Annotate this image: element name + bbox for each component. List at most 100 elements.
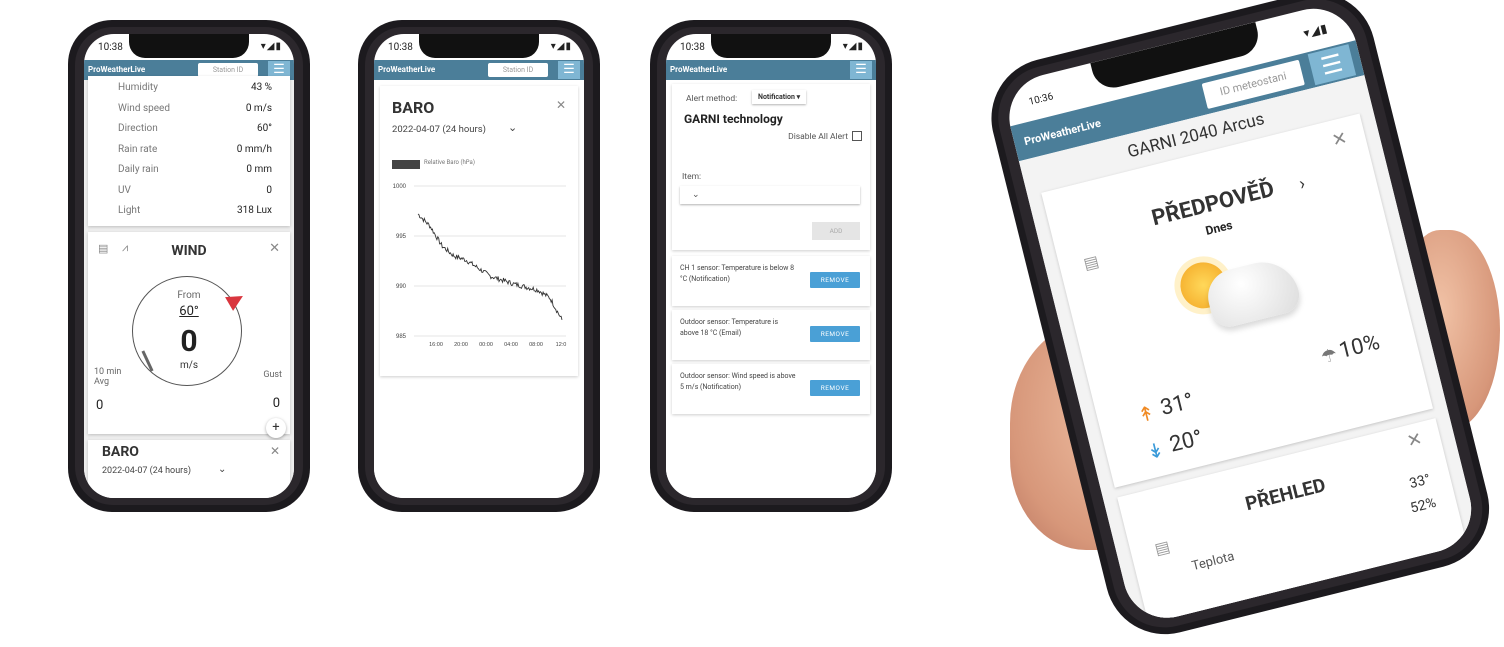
- alert-settings-card: Alert method: Notification ▾ GARNI techn…: [672, 84, 870, 250]
- gust-label: Gust: [263, 370, 282, 380]
- x-tick-label: 20:00: [454, 342, 468, 348]
- x-tick-label: 08:00: [529, 342, 543, 348]
- reading-label: Rain rate: [118, 143, 158, 155]
- reading-value: 0 m/s: [245, 102, 272, 114]
- reading-value: 0: [266, 184, 272, 196]
- station-id-input[interactable]: Station ID: [198, 63, 258, 77]
- chevron-down-icon[interactable]: ⌄: [508, 121, 517, 134]
- app-bar: ProWeatherLive Station ID ☰: [374, 60, 584, 80]
- alert-text: CH 1 sensor: Temperature is below 8 °C (…: [680, 264, 795, 283]
- reading-label: Humidity: [118, 82, 158, 93]
- phone-2: 10:38 ▾◢▮ ProWeatherLive Station ID ☰ BA…: [358, 20, 600, 512]
- hamburger-menu-icon[interactable]: ☰: [850, 61, 872, 79]
- baro-series-line: [417, 213, 563, 321]
- baro-chart: 1000 995 990 985 16:00 20:00 00:00 04:00 08:00 12…: [393, 184, 567, 348]
- alert-text: Outdoor sensor: Wind speed is above 5 m/…: [680, 372, 796, 391]
- item-label: Item:: [682, 172, 702, 182]
- reading-label: UV: [118, 184, 131, 196]
- reading-label: Daily rain: [118, 164, 159, 175]
- y-tick-label: 985: [396, 334, 407, 340]
- status-icons: ▾◢▮: [842, 41, 864, 52]
- reading-value: 0 mm/h: [236, 143, 272, 155]
- phone-2-screen: 10:38 ▾◢▮ ProWeatherLive Station ID ☰ BA…: [374, 34, 584, 498]
- y-tick-label: 1000: [393, 184, 407, 190]
- reading-label: Light: [118, 205, 141, 216]
- rain-probability: 10%: [1336, 329, 1383, 364]
- phone-3: 10:38 ▾◢▮ ProWeatherLive ☰ Alert method:…: [650, 20, 892, 512]
- temp-min-icon: ↡: [1144, 437, 1167, 465]
- overview-row-label: Teplota: [1190, 549, 1236, 575]
- phone-1: 10:38 ▾◢▮ ProWeatherLive Station ID ☰ Hu…: [68, 20, 310, 512]
- reading-value: 0 mm: [246, 164, 272, 175]
- phone-1-screen: 10:38 ▾◢▮ ProWeatherLive Station ID ☰ Hu…: [84, 34, 294, 498]
- app-logo[interactable]: ProWeatherLive: [88, 65, 145, 74]
- status-time: 10:38: [680, 42, 705, 53]
- x-tick-label: 04:00: [504, 342, 518, 348]
- baro-card: BARO ✕ 2022-04-07 (24 hours) ⌄: [88, 440, 290, 498]
- remove-button[interactable]: REMOVE: [810, 380, 860, 396]
- reading-value: 60°: [257, 123, 272, 134]
- status-time: 10:38: [388, 42, 413, 53]
- reading-value: 318 Lux: [237, 205, 272, 216]
- alert-method-select[interactable]: Notification ▾: [752, 90, 806, 104]
- list-icon[interactable]: ▤: [1153, 537, 1172, 559]
- close-icon[interactable]: ✕: [1330, 128, 1350, 152]
- wind-title: WIND: [171, 243, 207, 259]
- app-logo[interactable]: ProWeatherLive: [670, 65, 727, 74]
- alert-item: Outdoor sensor: Temperature is above 18 …: [672, 310, 870, 360]
- temp-max-icon: ↟: [1135, 400, 1158, 428]
- phone-3-screen: 10:38 ▾◢▮ ProWeatherLive ☰ Alert method:…: [666, 34, 876, 498]
- y-tick-label: 990: [396, 284, 407, 290]
- gust-value: 0: [272, 396, 280, 411]
- alert-method-label: Alert method:: [686, 94, 738, 104]
- alert-text: Outdoor sensor: Temperature is above 18 …: [680, 318, 779, 337]
- wind-speed-value: 0: [180, 324, 198, 359]
- close-icon[interactable]: ✕: [270, 444, 280, 458]
- baro-card: BARO ✕ 2022-04-07 (24 hours) ⌄ Relative …: [380, 86, 578, 376]
- close-icon[interactable]: ✕: [556, 98, 566, 112]
- add-button[interactable]: +: [266, 418, 286, 438]
- chevron-down-icon[interactable]: ⌄: [218, 464, 226, 475]
- status-icons: ▾◢▮: [550, 41, 572, 52]
- legend-swatch: [392, 160, 420, 169]
- status-icons: ▾◢▮: [260, 41, 282, 52]
- overview-value-1: 33°: [1407, 471, 1433, 493]
- hamburger-menu-icon[interactable]: ☰: [558, 61, 580, 79]
- reading-value: 43 %: [250, 82, 272, 93]
- app-bar: ProWeatherLive ☰: [666, 60, 876, 80]
- app-logo[interactable]: ProWeatherLive: [378, 65, 435, 74]
- umbrella-icon: ☂: [1318, 344, 1340, 369]
- legend-label: Relative Baro (hPa): [424, 159, 475, 166]
- temp-min: 20°: [1167, 425, 1206, 458]
- temp-max: 31°: [1158, 388, 1197, 421]
- station-id-input[interactable]: Station ID: [488, 63, 548, 77]
- wind-from-value: 60°: [179, 304, 199, 319]
- alert-item: Outdoor sensor: Wind speed is above 5 m/…: [672, 364, 870, 414]
- baro-title: BARO: [392, 98, 435, 117]
- phone-4: 10:36 ▾◢▮ ProWeatherLive ID meteostani ☰…: [978, 0, 1502, 647]
- x-tick-label: 16:00: [429, 342, 443, 348]
- add-button[interactable]: ADD: [812, 222, 860, 240]
- status-icons: ▾◢▮: [1301, 20, 1330, 41]
- status-time: 10:36: [1027, 91, 1055, 108]
- reading-label: Wind speed: [118, 102, 170, 114]
- baro-title: BARO: [102, 444, 139, 460]
- item-select[interactable]: ⌄: [680, 186, 860, 204]
- reading-label: Direction: [118, 123, 158, 134]
- disable-all-checkbox[interactable]: [852, 131, 862, 141]
- wind-card: ▤ ⩘ WIND ✕ From 60° 0 m/s 10 min Avg 0 G…: [88, 232, 290, 438]
- baro-date-select[interactable]: 2022-04-07 (24 hours): [102, 466, 191, 476]
- remove-button[interactable]: REMOVE: [810, 272, 860, 288]
- brand-label: GARNI technology: [684, 112, 783, 126]
- baro-date-select[interactable]: 2022-04-07 (24 hours): [392, 124, 486, 135]
- alert-item: CH 1 sensor: Temperature is below 8 °C (…: [672, 256, 870, 306]
- close-icon[interactable]: ✕: [269, 241, 280, 256]
- readings-card: Humidity 43 % Wind speed 0 m/s Direction 60° R…: [88, 76, 290, 226]
- remove-button[interactable]: REMOVE: [810, 326, 860, 342]
- avg-value: 0: [96, 398, 104, 413]
- avg-label: 10 min Avg: [94, 367, 122, 387]
- x-tick-label: 00:00: [479, 342, 493, 348]
- disable-all-label: Disable All Alert: [788, 132, 848, 142]
- x-tick-label: 12:0: [556, 342, 567, 348]
- status-time: 10:38: [98, 42, 123, 53]
